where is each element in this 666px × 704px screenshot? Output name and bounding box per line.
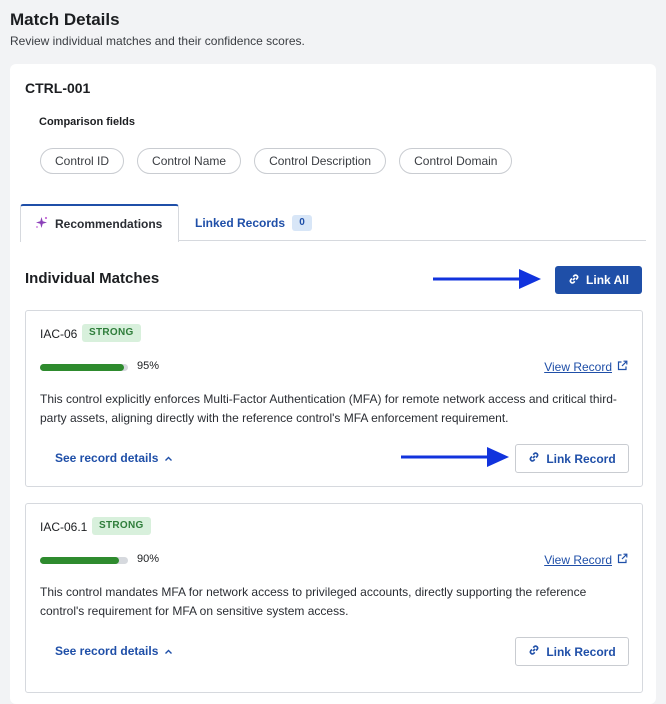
page-title: Match Details xyxy=(10,10,120,29)
field-chip-control-description[interactable]: Control Description xyxy=(254,148,387,174)
match-description: This control explicitly enforces Multi-F… xyxy=(40,392,617,425)
view-record-label: View Record xyxy=(544,360,612,374)
see-record-details-toggle[interactable]: See record details xyxy=(55,644,173,658)
link-record-label: Link Record xyxy=(546,451,616,466)
link-icon xyxy=(528,644,540,659)
chevron-up-icon xyxy=(164,451,173,465)
strength-badge: STRONG xyxy=(82,324,141,342)
view-record-link[interactable]: View Record xyxy=(544,360,628,374)
link-icon xyxy=(568,273,580,288)
view-record-link[interactable]: View Record xyxy=(544,553,628,567)
see-record-details-toggle[interactable]: See record details xyxy=(55,451,173,465)
details-label: See record details xyxy=(55,451,159,465)
strength-badge: STRONG xyxy=(92,517,151,535)
control-id: CTRL-001 xyxy=(25,80,91,96)
match-card: IAC-06 STRONG 95% View Record This contr… xyxy=(25,310,643,487)
field-chip-control-domain[interactable]: Control Domain xyxy=(399,148,513,174)
section-title: Individual Matches xyxy=(25,270,160,287)
link-all-label: Link All xyxy=(586,273,629,287)
tab-recommendations[interactable]: Recommendations xyxy=(20,204,179,242)
link-record-button[interactable]: Link Record xyxy=(515,637,629,666)
comparison-fields: Control ID Control Name Control Descript… xyxy=(40,148,513,174)
tab-bar: Recommendations Linked Records 0 xyxy=(20,204,646,242)
match-description: This control mandates MFA for network ac… xyxy=(40,585,587,618)
confidence-bar-fill xyxy=(40,364,124,371)
field-chip-control-id[interactable]: Control ID xyxy=(40,148,125,174)
details-label: See record details xyxy=(55,644,159,658)
comparison-fields-label: Comparison fields xyxy=(39,116,135,128)
match-panel: CTRL-001 Comparison fields Control ID Co… xyxy=(10,64,656,704)
link-record-button[interactable]: Link Record xyxy=(515,444,629,473)
annotation-arrow xyxy=(401,447,509,467)
linked-count-badge: 0 xyxy=(292,214,313,231)
external-link-icon xyxy=(617,553,628,567)
confidence-bar xyxy=(40,364,128,371)
match-card: IAC-06.1 STRONG 90% View Record This con… xyxy=(25,503,643,693)
chevron-up-icon xyxy=(164,644,173,658)
tab-label: Recommendations xyxy=(55,217,163,231)
confidence-percent: 90% xyxy=(137,553,160,565)
confidence-bar-fill xyxy=(40,557,120,564)
confidence-bar xyxy=(40,557,128,564)
match-id: IAC-06.1 xyxy=(40,520,88,534)
link-record-label: Link Record xyxy=(546,644,616,659)
external-link-icon xyxy=(617,360,628,374)
tab-label: Linked Records xyxy=(195,215,286,230)
sparkle-icon xyxy=(35,216,48,232)
match-id: IAC-06 xyxy=(40,327,78,341)
view-record-label: View Record xyxy=(544,553,612,567)
annotation-arrow xyxy=(433,269,541,289)
field-chip-control-name[interactable]: Control Name xyxy=(137,148,242,174)
page-subtitle: Review individual matches and their conf… xyxy=(10,34,305,48)
tab-linked-records[interactable]: Linked Records 0 xyxy=(181,204,326,241)
confidence-percent: 95% xyxy=(137,360,160,372)
page-header: Match Details Review individual matches … xyxy=(10,10,305,49)
link-all-button[interactable]: Link All xyxy=(555,266,642,294)
link-icon xyxy=(528,451,540,466)
